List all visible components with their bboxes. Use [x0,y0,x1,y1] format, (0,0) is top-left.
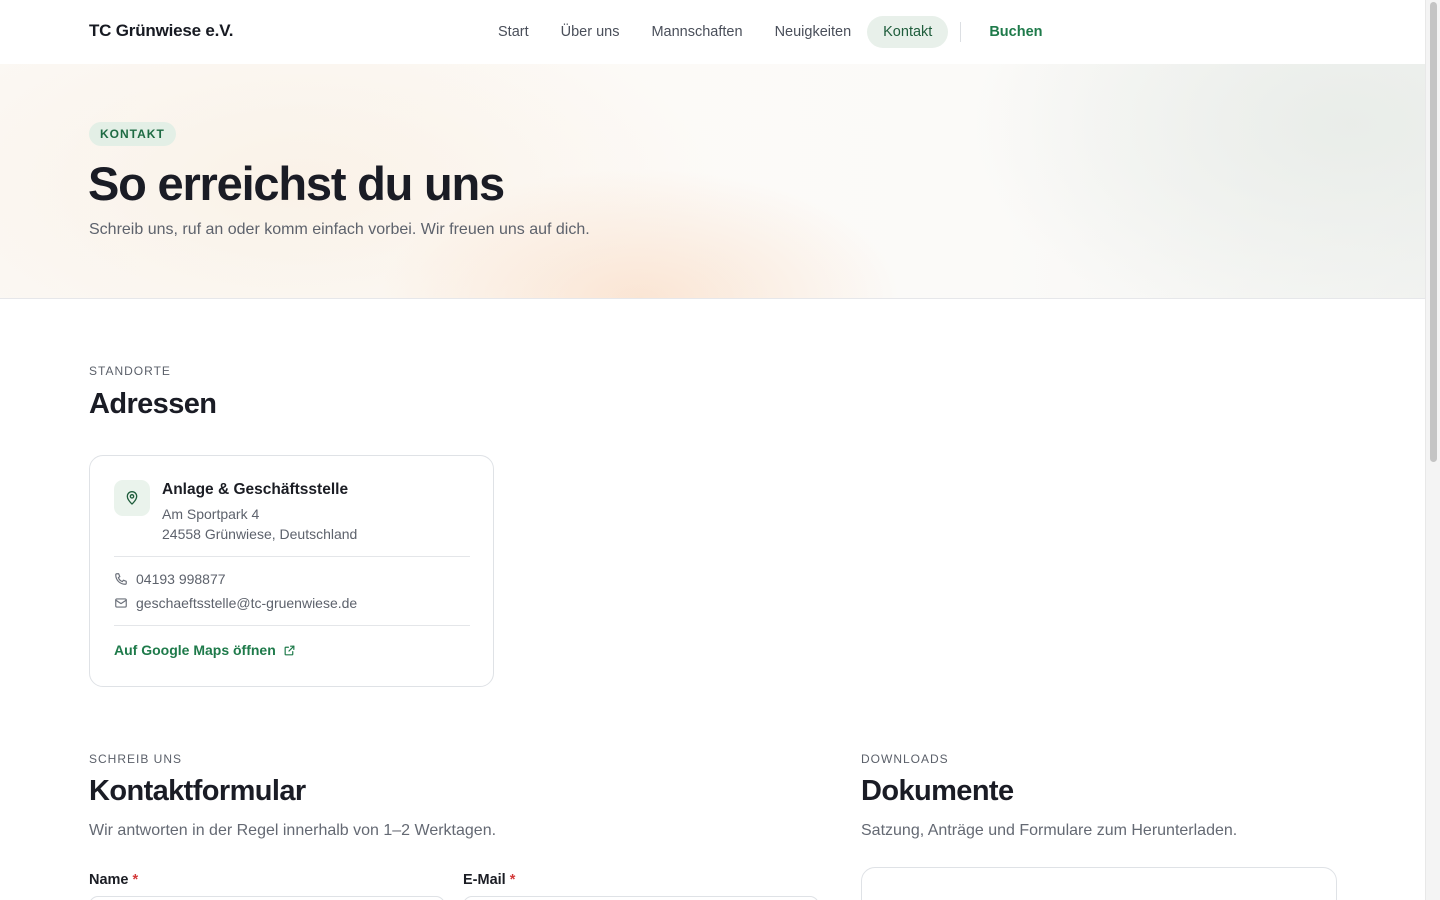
nav-divider [960,22,962,42]
map-pin-icon [114,480,150,516]
nav-item-start[interactable]: Start [482,16,545,48]
nav-item-neuigkeiten[interactable]: Neuigkeiten [759,16,868,48]
page-subtitle: Schreib uns, ruf an oder komm einfach vo… [89,221,590,238]
page: TC Grünwiese e.V. Start Über uns Mannsch… [0,0,1425,900]
hero-section: KONTAKT So erreichst du uns Schreib uns,… [0,64,1425,299]
required-mark: * [132,872,139,888]
required-mark: * [509,872,516,888]
card-divider [114,625,470,626]
name-input[interactable] [89,896,445,900]
hero-badge: KONTAKT [89,122,176,146]
scrollbar-thumb[interactable] [1430,2,1437,462]
name-label: Name * [89,872,138,888]
address-card: Anlage & Geschäftsstelle Am Sportpark 4 … [89,455,494,687]
email-label: E-Mail * [463,872,515,888]
locations-eyebrow: STANDORTE [89,364,171,378]
location-street: Am Sportpark 4 [162,506,260,522]
google-maps-link[interactable]: Auf Google Maps öffnen [114,642,296,658]
downloads-subtitle: Satzung, Anträge und Formulare zum Herun… [861,822,1238,839]
nav-item-kontakt[interactable]: Kontakt [867,16,949,48]
external-link-icon [284,645,295,655]
form-eyebrow: SCHREIB UNS [89,752,183,766]
book-button[interactable]: Buchen [973,16,1058,48]
name-label-text: Name [89,872,129,888]
card-divider [114,556,470,557]
email-address: geschaeftsstelle@tc-gruenwiese.de [136,595,358,611]
phone-number: 04193 998877 [136,571,226,587]
mail-icon [115,598,127,608]
locations-title: Adressen [89,388,217,420]
brand-logo-text[interactable]: TC Grünwiese e.V. [89,21,234,41]
location-name: Anlage & Geschäftsstelle [162,481,349,498]
phone-row[interactable]: 04193 998877 [114,571,226,587]
downloads-title: Dokumente [861,775,1014,807]
page-title: So erreichst du uns [88,157,505,210]
main-nav: Start Über uns Mannschaften Neuigkeiten … [482,16,1058,48]
email-input[interactable] [463,896,819,900]
page-scrollbar[interactable] [1425,0,1440,900]
downloads-eyebrow: DOWNLOADS [861,752,949,766]
form-subtitle: Wir antworten in der Regel innerhalb von… [89,822,497,839]
nav-item-mannschaften[interactable]: Mannschaften [635,16,758,48]
nav-item-ueber-uns[interactable]: Über uns [545,16,636,48]
top-navigation: TC Grünwiese e.V. Start Über uns Mannsch… [0,0,1425,64]
google-maps-link-label: Auf Google Maps öffnen [114,642,276,658]
location-city: 24558 Grünwiese, Deutschland [162,526,358,542]
email-row[interactable]: geschaeftsstelle@tc-gruenwiese.de [114,595,357,611]
documents-card [861,867,1337,900]
phone-icon [115,573,127,585]
form-title: Kontaktformular [89,775,306,807]
email-label-text: E-Mail [463,872,506,888]
